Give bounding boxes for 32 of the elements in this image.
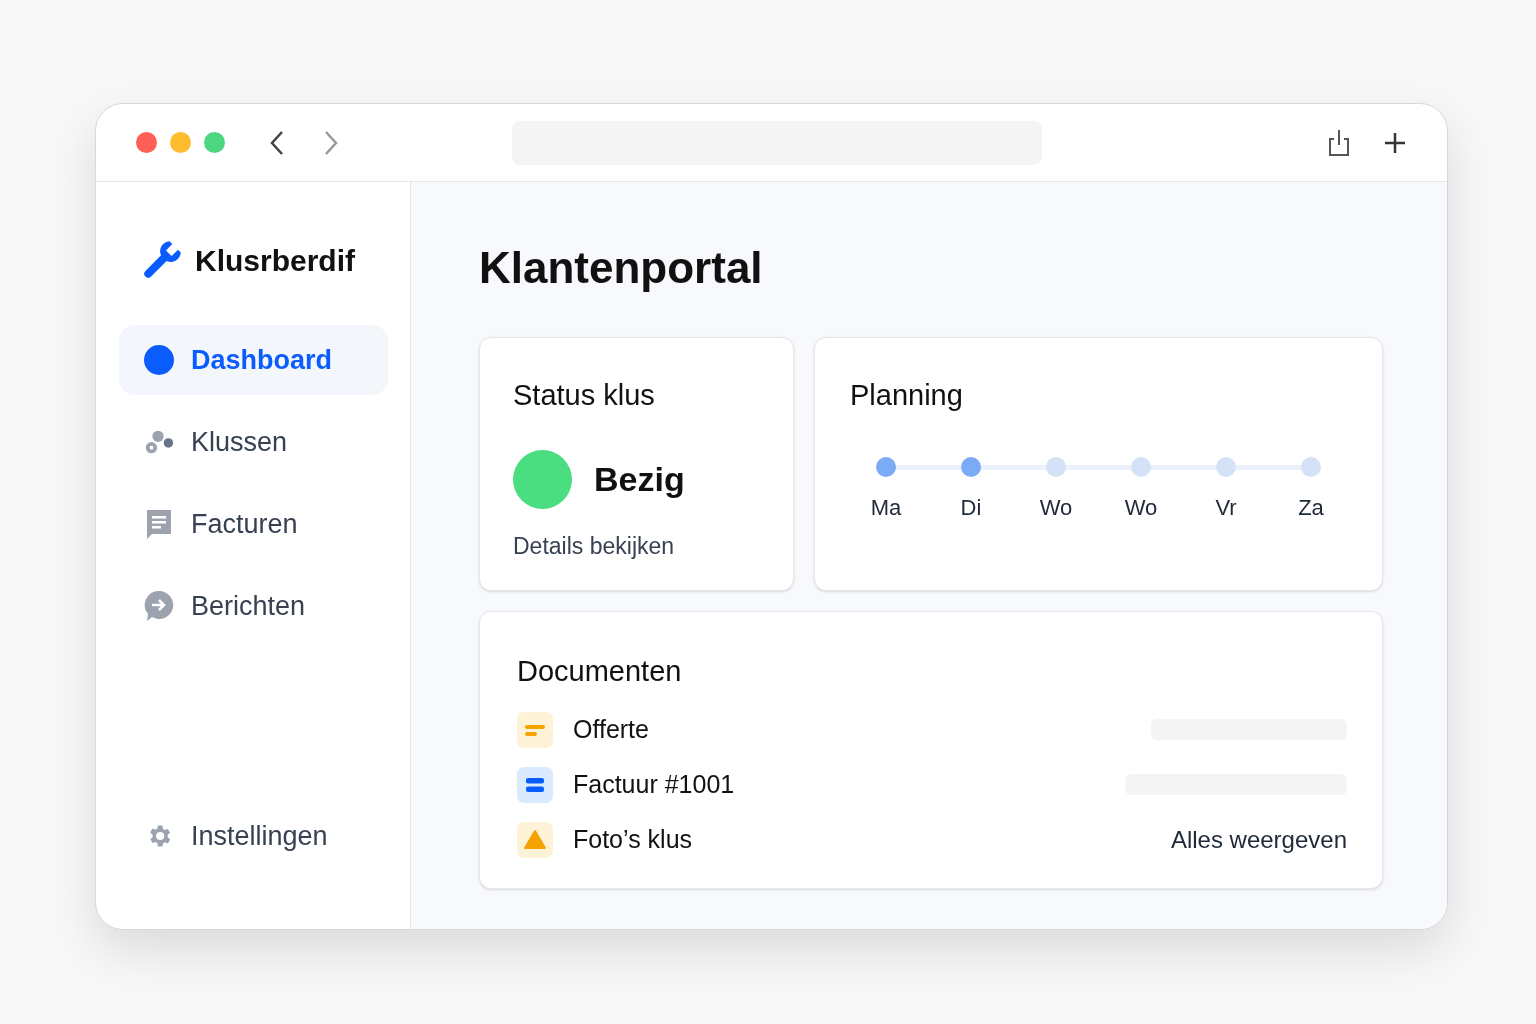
page-title: Klantenportal xyxy=(479,242,764,294)
day-label: Ma xyxy=(870,493,902,522)
card-title: Status klus xyxy=(513,378,656,413)
sidebar-item[interactable]: Dashboard xyxy=(119,325,388,395)
day-label: Wo xyxy=(1124,493,1158,522)
list-icon xyxy=(517,766,553,803)
lines-icon xyxy=(517,711,553,748)
close-button[interactable] xyxy=(136,132,157,153)
view-all-link[interactable]: Alles weergeven xyxy=(1170,821,1347,858)
maximize-button[interactable] xyxy=(204,132,225,153)
day-label: Vr xyxy=(1215,493,1237,522)
circle-icon xyxy=(143,344,175,376)
sidebar-item[interactable]: Berichten xyxy=(119,571,388,641)
card-title: Planning xyxy=(850,378,964,413)
plus-icon[interactable] xyxy=(1383,130,1407,155)
sidebar-item[interactable]: Instellingen xyxy=(119,801,388,871)
document-name[interactable]: Offerte xyxy=(573,710,649,749)
details-link[interactable]: Details bekijken xyxy=(513,528,760,563)
brand-name: Klusrberdif xyxy=(195,243,356,279)
sidebar-item[interactable]: Facturen xyxy=(119,489,388,559)
minimize-button[interactable] xyxy=(170,132,191,153)
document-icon xyxy=(145,508,173,540)
card-title: Documenten xyxy=(517,654,683,689)
sidebar-item[interactable]: Klussen xyxy=(119,407,388,477)
chat-icon xyxy=(143,590,175,622)
day-label: Wo xyxy=(1039,493,1073,522)
day-label: Za xyxy=(1298,493,1324,522)
share-icon[interactable] xyxy=(1327,127,1351,158)
document-name[interactable]: Foto’s klus xyxy=(573,820,693,859)
document-name[interactable]: Factuur #1001 xyxy=(573,765,735,804)
day-label: Di xyxy=(960,493,982,522)
status-label: Bezig xyxy=(594,458,685,500)
